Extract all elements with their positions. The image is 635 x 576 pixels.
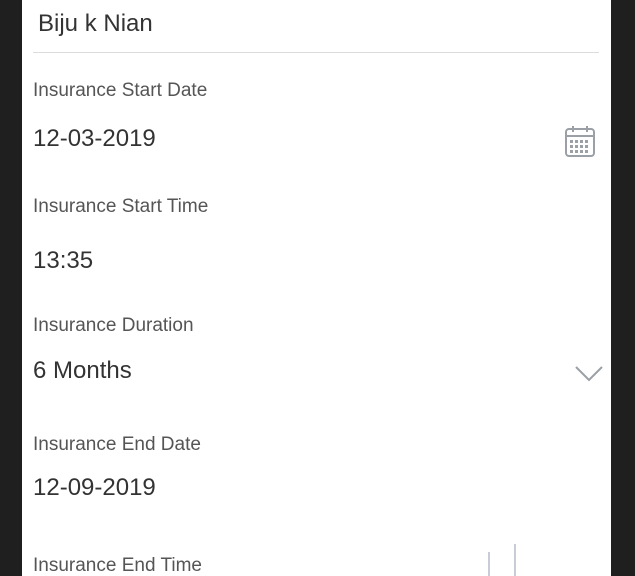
end-date-field[interactable]: 12-09-2019 xyxy=(33,474,156,502)
calendar-icon[interactable] xyxy=(565,125,595,157)
end-date-label: Insurance End Date xyxy=(33,434,201,455)
duration-select[interactable]: 6 Months xyxy=(33,357,132,385)
chevron-down-icon[interactable] xyxy=(574,364,604,384)
insurance-form-card: Biju k Nian Insurance Start Date 12-03-2… xyxy=(22,0,611,576)
start-date-field[interactable]: 12-03-2019 xyxy=(33,125,156,153)
time-picker-icon[interactable] xyxy=(484,542,518,576)
start-time-field[interactable]: 13:35 xyxy=(33,247,93,275)
name-field[interactable]: Biju k Nian xyxy=(38,10,153,38)
duration-label: Insurance Duration xyxy=(33,315,194,336)
start-time-label: Insurance Start Time xyxy=(33,196,209,217)
end-time-label: Insurance End Time xyxy=(33,555,202,576)
app-screen: Biju k Nian Insurance Start Date 12-03-2… xyxy=(0,0,635,576)
start-date-label: Insurance Start Date xyxy=(33,80,208,101)
name-field-underline xyxy=(33,52,599,53)
